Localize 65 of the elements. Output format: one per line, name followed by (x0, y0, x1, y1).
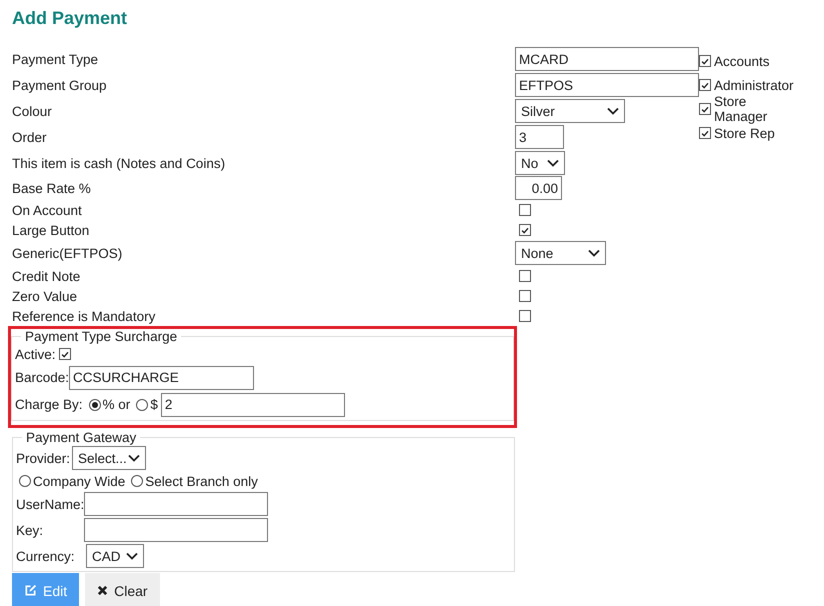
chevron-down-icon (588, 249, 600, 257)
field-label: Colour (12, 104, 53, 118)
checkbox[interactable] (699, 79, 711, 91)
input-field[interactable] (84, 492, 268, 516)
option-label: Company Wide (33, 474, 126, 488)
radio-button[interactable] (131, 475, 144, 487)
field-label: Base Rate % (12, 180, 92, 196)
checkbox[interactable] (699, 127, 711, 139)
field-label: Charge By: (15, 397, 83, 412)
close-icon (97, 585, 108, 596)
field-label: Payment Group (12, 78, 108, 92)
chevron-down-icon (128, 454, 140, 462)
dropdown[interactable]: No (515, 151, 565, 175)
field-label: Provider: (16, 450, 70, 466)
field-label: Order (12, 130, 48, 144)
section-legend: Payment Gateway (22, 430, 140, 445)
role-label: Store Rep (714, 126, 775, 140)
radio-button[interactable] (19, 475, 31, 487)
input-field[interactable]: MCARD (515, 47, 699, 71)
chevron-down-icon (126, 552, 138, 560)
dropdown[interactable]: Select... (72, 446, 146, 470)
checkbox[interactable] (519, 224, 531, 236)
checkbox[interactable] (58, 348, 71, 360)
chevron-down-icon (547, 159, 559, 167)
field-label: Currency: (16, 548, 76, 564)
checkbox[interactable] (519, 290, 531, 302)
field-label: UserName: (16, 496, 84, 512)
option-label: % or (102, 397, 130, 412)
role-label: Accounts (714, 54, 770, 68)
input-field[interactable]: 0.00 (515, 176, 562, 200)
input-field[interactable]: CCSURCHARGE (69, 366, 254, 390)
field-label: Key: (16, 522, 44, 538)
field-label: Large Button (12, 222, 90, 238)
dropdown[interactable]: Silver (515, 99, 625, 123)
field-label: On Account (12, 202, 83, 218)
chevron-down-icon (607, 107, 619, 115)
checkbox[interactable] (699, 103, 711, 115)
radio-button[interactable] (88, 398, 101, 410)
field-label: Payment Type (12, 52, 100, 66)
option-label: Select Branch only (145, 474, 258, 488)
checkbox[interactable] (699, 55, 711, 67)
field-label: This item is cash (Notes and Coins) (12, 156, 226, 170)
field-label: Credit Note (12, 268, 82, 284)
field-label: Active: (15, 346, 56, 362)
radio-button[interactable] (136, 398, 148, 410)
field-label: Zero Value (12, 288, 78, 304)
role-label: Store Manager (714, 94, 768, 124)
input-field[interactable] (84, 518, 268, 542)
page-title: Add Payment (12, 8, 128, 29)
input-field[interactable]: 2 (160, 392, 345, 416)
field-label: Reference is Mandatory (12, 308, 156, 324)
option-label: $ (150, 397, 158, 412)
input-field[interactable]: 3 (515, 125, 564, 149)
field-label: Generic(EFTPOS) (12, 246, 124, 260)
dropdown[interactable]: None (515, 241, 606, 265)
field-label: Barcode: (15, 370, 70, 385)
section-legend: Payment Type Surcharge (21, 329, 182, 344)
input-field[interactable]: EFTPOS (515, 73, 699, 97)
checkbox[interactable] (519, 204, 531, 216)
role-label: Administrator (714, 78, 794, 92)
edit-icon (24, 584, 37, 597)
clear-button[interactable]: Clear (85, 573, 160, 606)
dropdown[interactable]: CAD (86, 544, 144, 568)
checkbox[interactable] (519, 270, 531, 282)
checkbox[interactable] (519, 310, 531, 322)
